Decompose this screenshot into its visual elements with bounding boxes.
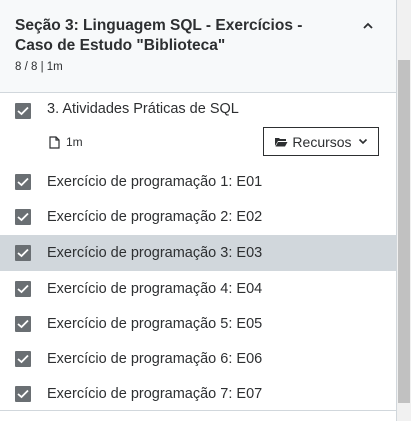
check-icon [17, 354, 29, 364]
check-icon [17, 248, 29, 258]
lecture-title: 3. Atividades Práticas de SQL [47, 101, 239, 117]
lecture-title: Exercício de programação 7: E07 [47, 386, 263, 402]
lecture-title: Exercício de programação 5: E05 [47, 316, 263, 332]
resources-dropdown-button[interactable]: Recursos [263, 127, 379, 156]
lecture-title: Exercício de programação 6: E06 [47, 351, 263, 367]
completed-checkbox[interactable] [15, 351, 31, 367]
check-icon [17, 389, 29, 399]
duration-text: 1m [66, 135, 83, 149]
lecture-duration: 1m [49, 134, 83, 150]
chevron-down-icon [358, 138, 367, 145]
section-header[interactable]: Seção 3: Linguagem SQL - Exercícios - Ca… [0, 0, 396, 93]
section-title: Seção 3: Linguagem SQL - Exercícios - Ca… [15, 17, 303, 54]
completed-checkbox[interactable] [15, 316, 31, 332]
course-content-panel: Seção 3: Linguagem SQL - Exercícios - Ca… [0, 0, 397, 421]
lecture-item-e05[interactable]: Exercício de programação 5: E05 [0, 306, 396, 342]
section-divider [0, 410, 396, 411]
completed-checkbox[interactable] [15, 281, 31, 297]
lecture-title: Exercício de programação 3: E03 [47, 245, 263, 261]
completed-checkbox[interactable] [15, 209, 31, 225]
lecture-item-e01[interactable]: Exercício de programação 1: E01 [0, 164, 396, 200]
lecture-item-e02[interactable]: Exercício de programação 2: E02 [0, 199, 396, 235]
file-icon [49, 135, 60, 149]
check-icon [17, 319, 29, 329]
scrollbar-thumb[interactable] [398, 60, 410, 403]
lecture-title: Exercício de programação 2: E02 [47, 209, 263, 225]
lecture-title: Exercício de programação 1: E01 [47, 174, 263, 190]
folder-open-icon [275, 138, 288, 147]
lecture-item-e03-active[interactable]: Exercício de programação 3: E03 [0, 235, 396, 271]
lecture-item-e04[interactable]: Exercício de programação 4: E04 [0, 271, 396, 307]
resources-label: Recursos [292, 133, 352, 150]
lecture-item-e07[interactable]: Exercício de programação 7: E07 [0, 376, 396, 412]
lecture-title: Exercício de programação 4: E04 [47, 281, 263, 297]
completed-checkbox[interactable] [15, 174, 31, 190]
completed-checkbox[interactable] [15, 103, 31, 119]
completed-checkbox[interactable] [15, 245, 31, 261]
check-icon [17, 106, 29, 116]
check-icon [17, 284, 29, 294]
section-progress-meta: 8 / 8 | 1m [15, 61, 63, 73]
check-icon [17, 177, 29, 187]
completed-checkbox[interactable] [15, 386, 31, 402]
lecture-item-e06[interactable]: Exercício de programação 6: E06 [0, 341, 396, 377]
check-icon [17, 212, 29, 222]
chevron-up-icon[interactable] [362, 21, 374, 31]
